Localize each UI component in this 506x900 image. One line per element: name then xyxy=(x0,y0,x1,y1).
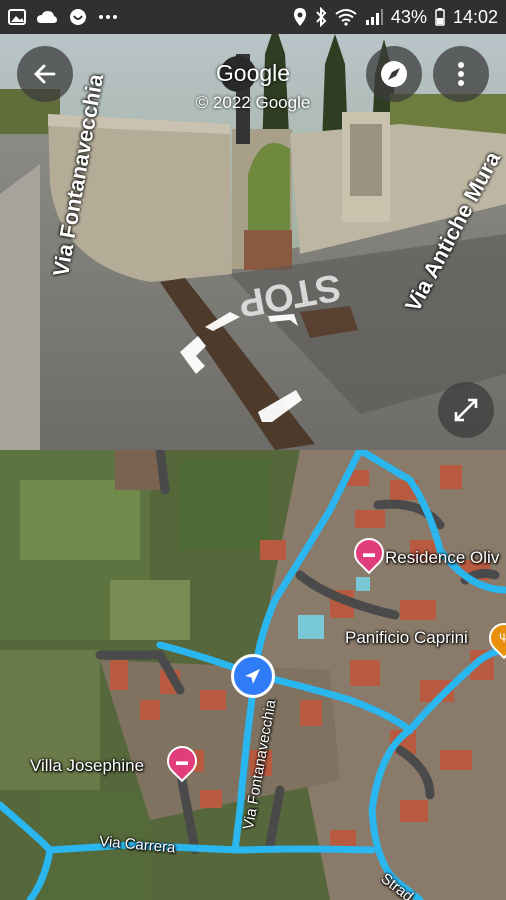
bluetooth-icon xyxy=(315,7,327,27)
signal-icon xyxy=(365,9,383,25)
cloud-icon xyxy=(36,9,58,25)
place-label-residence-oliv[interactable]: Residence Oliv xyxy=(385,548,499,568)
more-options-button[interactable] xyxy=(433,46,489,102)
gallery-icon xyxy=(8,9,26,25)
fullscreen-button[interactable] xyxy=(438,382,494,438)
compass-icon xyxy=(381,61,407,87)
fullscreen-icon xyxy=(454,398,478,422)
street-view-copyright: © 2022 Google xyxy=(195,93,311,112)
battery-level: 43% xyxy=(390,6,427,27)
back-button[interactable] xyxy=(17,46,73,102)
fork-knife-icon: Ψ xyxy=(498,631,506,645)
satellite-map[interactable]: ▬ Residence Oliv Ψ Panificio Caprini ▬ V… xyxy=(0,450,506,900)
back-arrow-icon xyxy=(34,64,56,84)
navigation-arrow-icon xyxy=(245,669,260,684)
status-bar: 43% 14:02 xyxy=(0,0,506,34)
current-location-marker[interactable] xyxy=(231,654,275,698)
place-label-villa-josephine[interactable]: Villa Josephine xyxy=(30,756,144,776)
whatsapp-icon xyxy=(68,7,88,27)
more-vert-icon xyxy=(458,62,464,86)
street-view-panorama[interactable]: STOP Via Fontanavecchia Via Antiche Mura… xyxy=(0,34,506,450)
bed-icon: ▬ xyxy=(176,754,188,768)
wifi-icon xyxy=(335,8,357,26)
compass-button[interactable] xyxy=(366,46,422,102)
clock: 14:02 xyxy=(452,6,498,27)
location-icon xyxy=(293,7,307,27)
bed-icon: ▬ xyxy=(363,546,375,560)
battery-icon xyxy=(435,8,445,26)
place-label-panificio-caprini[interactable]: Panificio Caprini xyxy=(345,628,468,648)
street-view-title: Google xyxy=(215,60,291,86)
more-dots-icon xyxy=(98,14,118,20)
